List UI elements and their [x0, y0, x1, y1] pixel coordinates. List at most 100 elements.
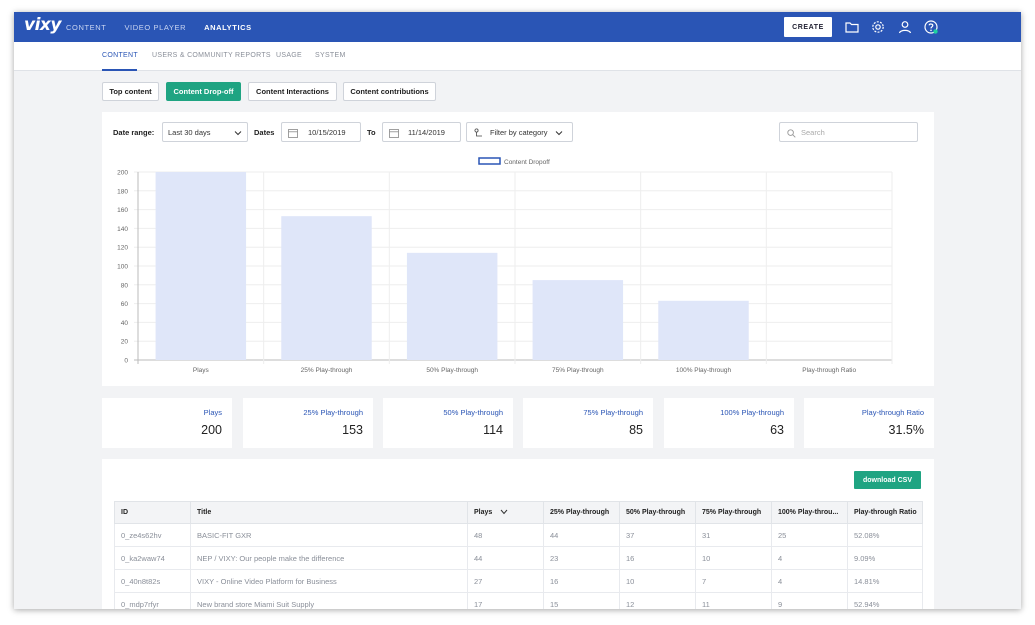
bar[interactable] — [406, 252, 498, 360]
cell-ratio: 52.94% — [847, 592, 923, 609]
table-row[interactable]: 0_ze4s62hv BASIC-FIT GXR 48 44 37 31 25 … — [114, 523, 923, 547]
top-content-button[interactable]: Top content — [102, 82, 159, 101]
active-tab-indicator — [102, 69, 137, 71]
bar[interactable] — [155, 172, 247, 360]
y-tick-label: 200 — [117, 170, 128, 177]
y-tick-label: 60 — [121, 301, 129, 308]
cell-25: 16 — [543, 569, 620, 593]
stat-value: 153 — [342, 423, 363, 437]
tab-system[interactable]: SYSTEM — [315, 52, 346, 59]
user-icon[interactable] — [897, 19, 913, 35]
cell-id: 0_mdp7rfyr — [114, 592, 191, 609]
cell-plays: 48 — [467, 523, 544, 547]
column-header-25[interactable]: 25% Play-through — [543, 501, 620, 524]
content-contributions-button[interactable]: Content contributions — [343, 82, 436, 101]
column-header-100[interactable]: 100% Play-throu... — [771, 501, 848, 524]
bar[interactable] — [281, 216, 372, 360]
cell-id: 0_ka2waw74 — [114, 546, 191, 570]
cell-title: NEP / VIXY: Our people make the differen… — [190, 546, 468, 570]
cell-50: 37 — [619, 523, 696, 547]
y-tick-label: 140 — [117, 226, 128, 233]
cell-75: 11 — [695, 592, 772, 609]
x-tick-label: 75% Play-through — [552, 367, 604, 374]
stat-value: 31.5% — [888, 423, 924, 437]
bar[interactable] — [658, 300, 749, 360]
stat-value: 63 — [770, 423, 784, 437]
create-button[interactable]: CREATE — [784, 17, 832, 37]
cell-100: 25 — [771, 523, 848, 547]
stat-label: 75% Play-through — [583, 408, 643, 417]
column-header-50[interactable]: 50% Play-through — [619, 501, 696, 524]
stat-label: 25% Play-through — [303, 408, 363, 417]
cell-title: New brand store Miami Suit Supply — [190, 592, 468, 609]
cell-50: 10 — [619, 569, 696, 593]
main-nav: CONTENT VIDEO PLAYER ANALYTICS — [66, 12, 270, 42]
column-header-title[interactable]: Title — [190, 501, 468, 524]
tab-content[interactable]: CONTENT — [102, 52, 138, 59]
dropoff-chart: 0 20 40 60 80 100 120 140 160 180 200 Plays 25% Play… — [117, 157, 893, 374]
cell-50: 12 — [619, 592, 696, 609]
table-row[interactable]: 0_40n8t82s VIXY - Online Video Platform … — [114, 569, 923, 593]
app-window: vixy CONTENT VIDEO PLAYER ANALYTICS CREA… — [14, 12, 1021, 609]
y-tick-label: 100 — [117, 264, 128, 271]
tab-usage[interactable]: USAGE — [276, 52, 302, 59]
table-row[interactable]: 0_ka2waw74 NEP / VIXY: Our people make t… — [114, 546, 923, 570]
download-csv-button[interactable]: download CSV — [854, 471, 921, 489]
cell-25: 15 — [543, 592, 620, 609]
cell-ratio: 52.08% — [847, 523, 923, 547]
sub-nav: CONTENT USERS & COMMUNITY REPORTS USAGE … — [14, 42, 1021, 71]
chart-panel: Date range: Last 30 days Dates 10/15/201… — [102, 112, 934, 386]
y-tick-label: 180 — [117, 188, 128, 195]
legend-label[interactable]: Content Dropoff — [504, 159, 550, 166]
legend-swatch — [478, 157, 501, 165]
column-header-id[interactable]: ID — [114, 501, 191, 524]
x-tick-label: 100% Play-through — [676, 367, 732, 374]
content-dropoff-button[interactable]: Content Drop-off — [166, 82, 241, 101]
cell-ratio: 9.09% — [847, 546, 923, 570]
y-tick-label: 160 — [117, 207, 128, 214]
content-interactions-button[interactable]: Content Interactions — [248, 82, 337, 101]
cell-id: 0_ze4s62hv — [114, 523, 191, 547]
stat-card-25: 25% Play-through 153 — [243, 398, 373, 448]
table-panel: download CSV ID Title Plays 25% Play-thr… — [102, 459, 934, 609]
stat-label: 100% Play-through — [720, 408, 784, 417]
y-tick-label: 40 — [121, 320, 129, 327]
nav-analytics[interactable]: ANALYTICS — [204, 23, 252, 32]
bar[interactable] — [532, 280, 624, 360]
top-bar: vixy CONTENT VIDEO PLAYER ANALYTICS CREA… — [14, 12, 1021, 42]
stat-card-100: 100% Play-through 63 — [664, 398, 794, 448]
nav-video-player[interactable]: VIDEO PLAYER — [124, 23, 186, 32]
sort-desc-icon — [500, 509, 508, 515]
x-tick-label: 50% Play-through — [426, 367, 478, 374]
stat-value: 114 — [483, 423, 503, 437]
vixy-logo[interactable]: vixy — [24, 15, 61, 35]
stat-label: 50% Play-through — [443, 408, 503, 417]
column-header-plays[interactable]: Plays — [467, 501, 544, 524]
cell-25: 23 — [543, 546, 620, 570]
stat-value: 85 — [629, 423, 643, 437]
nav-content[interactable]: CONTENT — [66, 23, 106, 32]
stat-card-75: 75% Play-through 85 — [523, 398, 653, 448]
folder-icon[interactable] — [844, 19, 860, 35]
cell-id: 0_40n8t82s — [114, 569, 191, 593]
stat-card-plays: Plays 200 — [102, 398, 232, 448]
gear-icon[interactable] — [870, 19, 886, 35]
stat-label: Play-through Ratio — [861, 408, 924, 417]
stat-label: Plays — [203, 408, 222, 417]
help-icon[interactable] — [923, 19, 939, 35]
cell-100: 4 — [771, 569, 848, 593]
cell-ratio: 14.81% — [847, 569, 923, 593]
cell-title: BASIC-FIT GXR — [190, 523, 468, 547]
stat-value: 200 — [201, 423, 222, 437]
column-header-ratio[interactable]: Play-through Ratio — [847, 501, 923, 524]
x-tick-label: 25% Play-through — [301, 367, 353, 374]
cell-plays: 17 — [467, 592, 544, 609]
x-tick-label: Play-through Ratio — [802, 367, 856, 374]
tab-users-community-reports[interactable]: USERS & COMMUNITY REPORTS — [152, 52, 271, 59]
table-row[interactable]: 0_mdp7rfyr New brand store Miami Suit Su… — [114, 592, 923, 609]
cell-100: 4 — [771, 546, 848, 570]
y-tick-label: 0 — [124, 358, 128, 365]
stat-card-ratio: Play-through Ratio 31.5% — [804, 398, 934, 448]
cell-100: 9 — [771, 592, 848, 609]
column-header-75[interactable]: 75% Play-through — [695, 501, 772, 524]
